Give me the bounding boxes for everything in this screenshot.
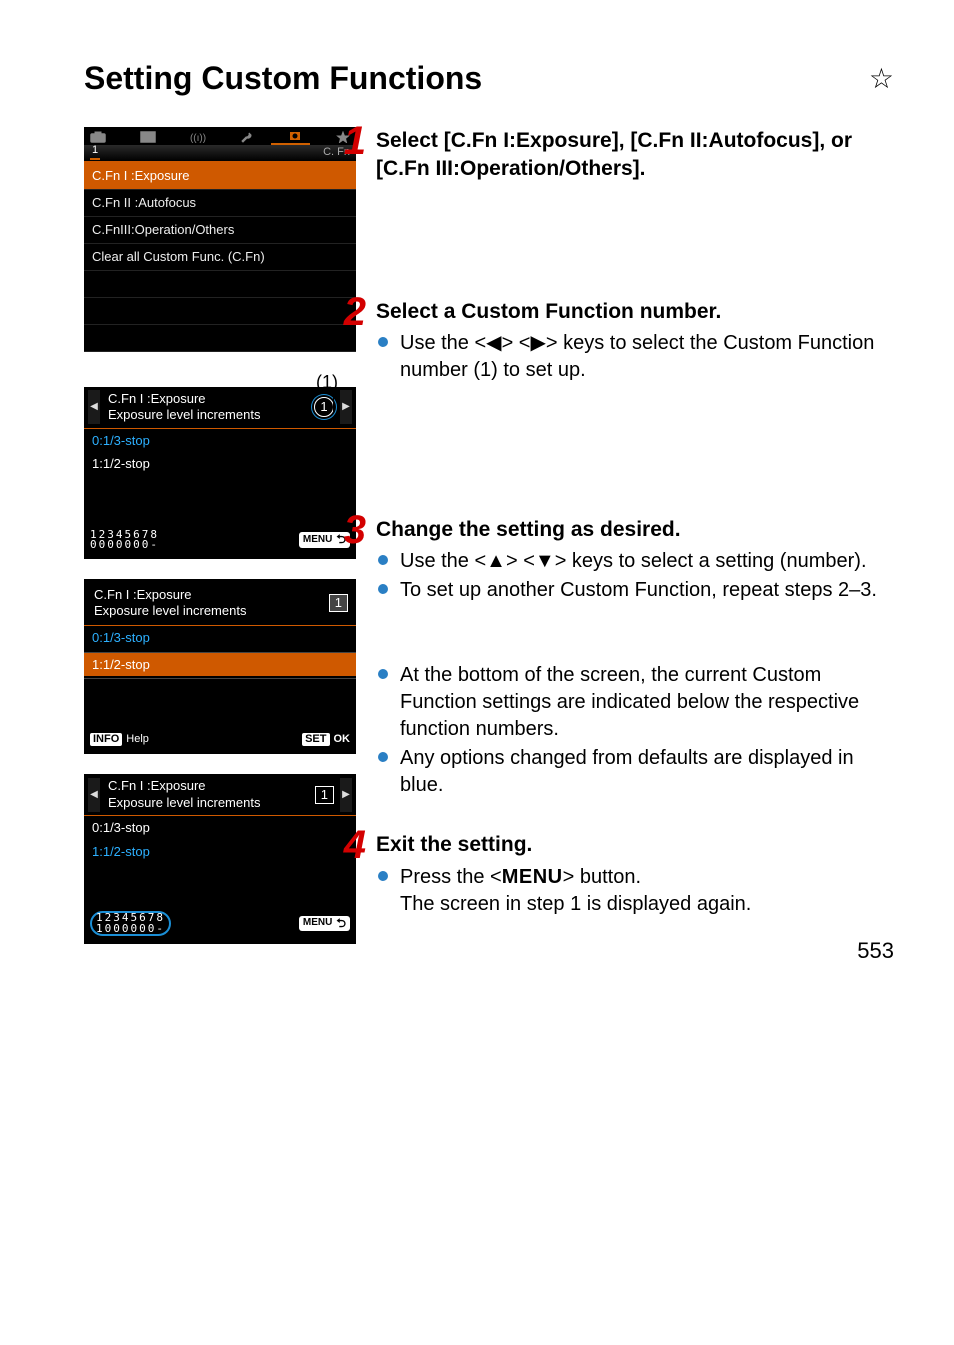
menu-items: C.Fn I :Exposure C.Fn II :Autofocus C.Fn… xyxy=(84,161,356,352)
option-1[interactable]: 1:1/2-stop xyxy=(84,653,356,677)
step-2: 2 Select a Custom Function number. Use t… xyxy=(376,298,894,386)
down-key-icon: ▼ xyxy=(535,550,555,572)
up-key-icon: ▲ xyxy=(486,550,506,572)
menu-item-cfn3[interactable]: C.FnIII:Operation/Others xyxy=(84,216,356,243)
cfn-header: C.Fn I :Exposure Exposure level incremen… xyxy=(104,389,310,426)
menu-item-clear[interactable]: Clear all Custom Func. (C.Fn) xyxy=(84,243,356,270)
step-heading: Exit the setting. xyxy=(376,831,751,859)
screen-menu: ((ı)) 1 C. Fn C.Fn I :Exposure C.Fn II : xyxy=(84,127,356,352)
cfn-header: C.Fn I :Exposure Exposure level incremen… xyxy=(104,776,311,813)
tab-bar: ((ı)) xyxy=(84,127,356,143)
step3-bullet3: At the bottom of the screen, the current… xyxy=(376,662,894,743)
function-numbers: 12345678 0000000- xyxy=(90,530,159,551)
title-row: Setting Custom Functions ☆ xyxy=(84,60,894,97)
menu-item-cfn1[interactable]: C.Fn I :Exposure xyxy=(84,161,356,189)
cfn-number-badge: 1 xyxy=(315,786,334,804)
step-heading: Change the setting as desired. xyxy=(376,516,894,544)
right-column: 1 Select [C.Fn I:Exposure], [C.Fn II:Aut… xyxy=(376,127,894,964)
option-0[interactable]: 0:1/3-stop xyxy=(84,816,356,840)
option-0[interactable]: 0:1/3-stop xyxy=(84,626,356,650)
menu-item-cfn2[interactable]: C.Fn II :Autofocus xyxy=(84,189,356,216)
page-title: Setting Custom Functions xyxy=(84,60,482,97)
step-number: 1 xyxy=(340,123,366,159)
menu-word: MENU xyxy=(502,866,563,888)
screen-step2: ◀ C.Fn I :Exposure Exposure level increm… xyxy=(84,387,356,559)
play-icon xyxy=(140,131,156,143)
menu-item-empty xyxy=(84,297,356,324)
step-heading: Select a Custom Function number. xyxy=(376,298,894,326)
step-1: 1 Select [C.Fn I:Exposure], [C.Fn II:Aut… xyxy=(376,127,894,188)
custom-icon xyxy=(288,131,302,143)
menu-item-empty xyxy=(84,324,356,352)
page-number: 553 xyxy=(857,938,894,964)
step-heading: Select [C.Fn I:Exposure], [C.Fn II:Autof… xyxy=(376,127,894,184)
menu-button[interactable]: MENU⮌ xyxy=(299,916,350,931)
cfn-number-badge: 1 xyxy=(329,594,348,612)
step3-bullet1: Use the <▲> <▼> keys to select a setting… xyxy=(376,548,894,575)
camera-icon xyxy=(90,131,106,143)
option-1[interactable]: 1:1/2-stop xyxy=(84,452,356,476)
right-key-icon: ▶ xyxy=(530,332,545,354)
sub-tab-num: 1 xyxy=(90,144,100,159)
sub-tab-row: 1 C. Fn xyxy=(84,145,356,161)
star-icon: ☆ xyxy=(869,62,894,95)
chevron-right-icon[interactable]: ▶ xyxy=(340,778,352,812)
cfn-number-badge: 1 xyxy=(314,397,334,417)
option-1[interactable]: 1:1/2-stop xyxy=(84,840,356,864)
wireless-icon: ((ı)) xyxy=(190,131,206,143)
left-column: ((ı)) 1 C. Fn C.Fn I :Exposure C.Fn II : xyxy=(84,127,356,964)
svg-text:((ı)): ((ı)) xyxy=(190,133,206,143)
info-help[interactable]: INFOHelp xyxy=(90,733,149,746)
wrench-icon xyxy=(240,131,254,143)
option-0[interactable]: 0:1/3-stop xyxy=(84,429,356,453)
step3-bullet4: Any options changed from defaults are di… xyxy=(376,745,894,799)
function-numbers: 12345678 1000000- xyxy=(90,911,171,936)
step-4: 4 Exit the setting. Press the <MENU> but… xyxy=(376,831,894,919)
step4-bullet1: Press the <MENU> button. The screen in s… xyxy=(376,864,751,918)
step-number: 4 xyxy=(340,827,366,863)
chevron-left-icon[interactable]: ◀ xyxy=(88,390,100,424)
callout-1: (1) xyxy=(84,372,356,393)
screen-step4: ◀ C.Fn I :Exposure Exposure level increm… xyxy=(84,774,356,944)
menu-item-empty xyxy=(84,270,356,297)
chevron-left-icon[interactable]: ◀ xyxy=(88,778,100,812)
step2-bullet1: Use the <◀> <▶> keys to select the Custo… xyxy=(376,330,894,384)
set-ok-button[interactable]: SETOK xyxy=(302,733,350,746)
cfn-header: C.Fn I :Exposure Exposure level incremen… xyxy=(94,585,325,622)
step-3: 3 Change the setting as desired. Use the… xyxy=(376,516,894,801)
screen-step3: C.Fn I :Exposure Exposure level incremen… xyxy=(84,579,356,755)
page: Setting Custom Functions ☆ ((ı)) xyxy=(0,0,954,1004)
chevron-right-icon[interactable]: ▶ xyxy=(340,390,352,424)
step3-bullet2: To set up another Custom Function, repea… xyxy=(376,577,894,604)
step-number: 3 xyxy=(340,512,366,548)
left-key-icon: ◀ xyxy=(486,332,501,354)
step-number: 2 xyxy=(340,294,366,330)
